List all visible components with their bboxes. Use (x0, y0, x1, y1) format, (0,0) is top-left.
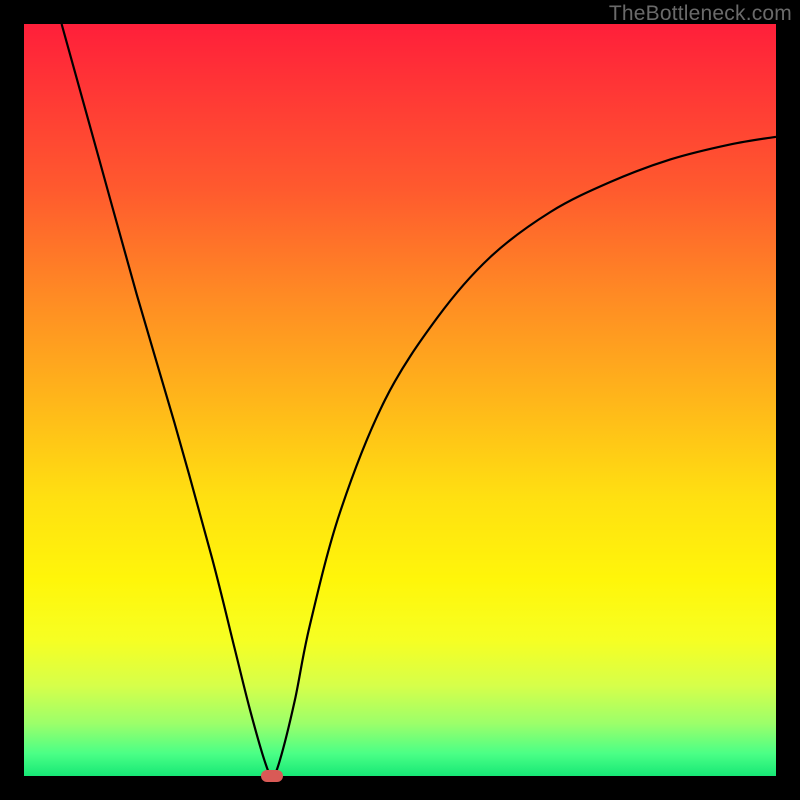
plot-area (24, 24, 776, 776)
optimal-marker (261, 770, 284, 782)
curve-path (62, 24, 776, 776)
bottleneck-curve (24, 24, 776, 776)
chart-frame: TheBottleneck.com (0, 0, 800, 800)
watermark-text: TheBottleneck.com (609, 2, 792, 26)
